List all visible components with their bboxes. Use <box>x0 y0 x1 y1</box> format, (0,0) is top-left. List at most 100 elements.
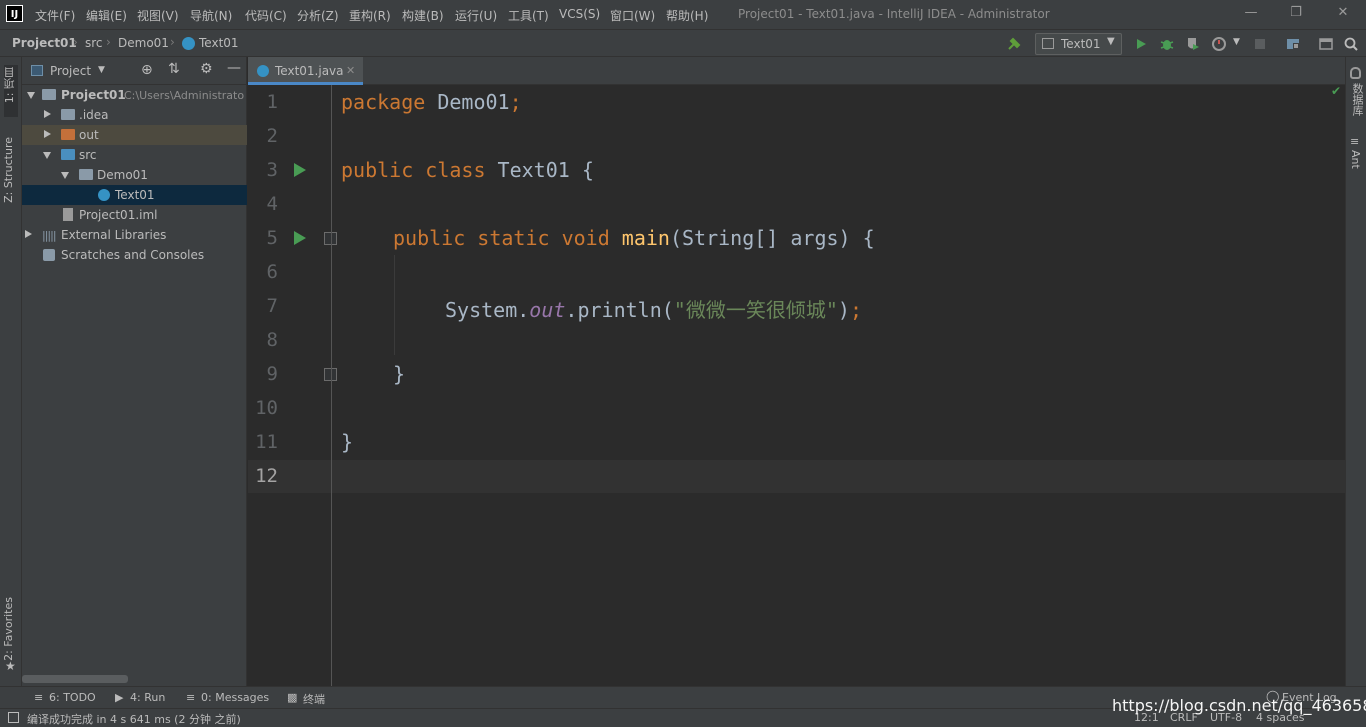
tool-tab-database[interactable]: 数据库 <box>1349 83 1365 116</box>
coverage-icon[interactable] <box>1185 36 1201 52</box>
line-number: 8 <box>266 329 278 351</box>
minimize-icon[interactable]: — <box>1241 5 1261 23</box>
status-message[interactable]: 编译成功完成 in 4 s 641 ms (2 分钟 之前) <box>27 711 241 727</box>
tree-item-src[interactable]: src <box>22 145 247 165</box>
code-text: ) <box>837 298 850 322</box>
chevron-down-icon[interactable]: ▼ <box>98 65 105 75</box>
expanded-arrow-icon[interactable] <box>43 152 51 159</box>
close-tab-icon[interactable]: ✕ <box>346 64 355 77</box>
iml-file-icon <box>63 208 73 221</box>
project-view-label[interactable]: Project <box>50 64 91 78</box>
tree-item-demo01[interactable]: Demo01 <box>22 165 247 185</box>
line-number: 9 <box>266 363 278 385</box>
menu-edit[interactable]: 编辑(E) <box>86 7 127 24</box>
editor-gutter: 1 2 3 4 5 6 7 8 9 10 11 12 <box>248 85 337 686</box>
tree-item-iml[interactable]: Project01.iml <box>22 205 247 225</box>
keyword: public static void <box>393 226 610 250</box>
menu-file[interactable]: 文件(F) <box>35 7 75 24</box>
line-number: 2 <box>266 125 278 147</box>
breadcrumb-package[interactable]: Demo01 <box>118 36 169 50</box>
breadcrumb-src[interactable]: src <box>85 36 103 50</box>
tool-tab-run[interactable]: 4: Run <box>130 691 165 704</box>
tool-tab-favorites[interactable]: 2: Favorites <box>2 597 15 661</box>
breadcrumb-separator-icon: › <box>106 35 111 49</box>
restore-icon[interactable]: ❐ <box>1286 5 1306 23</box>
code-text: .println( <box>565 298 674 322</box>
tree-item-out[interactable]: out <box>22 125 247 145</box>
code-text: Demo01 <box>425 90 510 114</box>
debug-icon[interactable] <box>1159 36 1175 52</box>
menu-help[interactable]: 帮助(H) <box>666 7 708 24</box>
line-number: 7 <box>266 295 278 317</box>
right-tool-window-strip: 数据库 ≡ Ant <box>1345 57 1366 686</box>
tool-tab-structure[interactable]: Z: Structure <box>2 137 15 203</box>
menu-build[interactable]: 构建(B) <box>402 7 444 24</box>
tree-item-label: External Libraries <box>61 228 167 242</box>
hide-icon[interactable]: — <box>227 60 241 76</box>
breadcrumb-project[interactable]: Project01 <box>12 36 77 50</box>
search-icon[interactable] <box>1343 36 1359 52</box>
navigation-bar: Project01 › src › Demo01 › Text01 Text01… <box>0 29 1366 57</box>
menu-analyze[interactable]: 分析(Z) <box>297 7 339 24</box>
star-icon: ★ <box>5 659 16 673</box>
run-icon[interactable] <box>1133 36 1149 52</box>
toggle-tool-windows-icon[interactable] <box>8 712 19 723</box>
menu-refactor[interactable]: 重构(R) <box>349 7 391 24</box>
tree-item-label: Project01.iml <box>79 208 158 222</box>
code-line-9: } <box>393 362 405 386</box>
semicolon: ; <box>509 90 522 114</box>
java-class-icon <box>98 189 110 201</box>
build-hammer-icon[interactable] <box>1006 36 1022 52</box>
project-structure-icon[interactable] <box>1285 36 1301 52</box>
tree-item-label: Demo01 <box>97 168 148 182</box>
collapsed-arrow-icon[interactable] <box>44 130 51 138</box>
tool-tab-ant[interactable]: Ant <box>1349 150 1362 169</box>
method-name: main <box>609 226 670 250</box>
tree-item-idea[interactable]: .idea <box>22 105 247 125</box>
tree-item-label: Text01 <box>115 188 155 202</box>
package-icon <box>79 169 93 180</box>
folder-icon <box>61 109 75 120</box>
run-gutter-icon[interactable] <box>294 231 306 245</box>
gear-icon[interactable]: ⚙ <box>200 61 213 77</box>
menu-tools[interactable]: 工具(T) <box>508 7 549 24</box>
profile-icon[interactable] <box>1211 36 1227 52</box>
horizontal-scrollbar[interactable] <box>22 675 128 683</box>
tool-tab-messages[interactable]: 0: Messages <box>201 691 269 704</box>
source-folder-icon <box>61 149 75 160</box>
menu-vcs[interactable]: VCS(S) <box>559 7 600 21</box>
run-gutter-icon[interactable] <box>294 163 306 177</box>
menu-window[interactable]: 窗口(W) <box>610 7 655 24</box>
run-configuration-select[interactable]: Text01 ▼ <box>1035 33 1122 55</box>
code-text: System. <box>445 298 530 322</box>
menu-run[interactable]: 运行(U) <box>455 7 497 24</box>
presentation-mode-icon[interactable] <box>1318 36 1334 52</box>
tree-item-scratches[interactable]: Scratches and Consoles <box>22 245 247 265</box>
line-number: 6 <box>266 261 278 283</box>
tool-tab-todo[interactable]: 6: TODO <box>49 691 96 704</box>
terminal-icon: ▩ <box>287 691 298 704</box>
tool-tab-project[interactable]: 1: 项目 <box>2 67 18 103</box>
tool-tab-terminal[interactable]: 终端 <box>303 691 325 707</box>
chevron-down-icon[interactable]: ▼ <box>1233 37 1240 47</box>
run-config-label: Text01 <box>1061 37 1101 51</box>
code-editor[interactable]: package Demo01; public class Text01 { pu… <box>333 84 1345 686</box>
tree-item-project01[interactable]: Project01 C:\Users\Administrato <box>22 85 247 105</box>
tree-item-text01[interactable]: Text01 <box>22 185 247 205</box>
collapse-all-icon[interactable]: ⇅ <box>168 61 180 77</box>
module-folder-icon <box>42 89 56 100</box>
menu-code[interactable]: 代码(C) <box>245 7 287 24</box>
locate-icon[interactable]: ⊕ <box>141 62 153 78</box>
close-icon[interactable]: ✕ <box>1333 5 1353 23</box>
menu-view[interactable]: 视图(V) <box>137 7 179 24</box>
collapsed-arrow-icon[interactable] <box>44 110 51 118</box>
menu-navigate[interactable]: 导航(N) <box>190 7 232 24</box>
breadcrumb-class[interactable]: Text01 <box>199 36 239 50</box>
tree-item-label: Scratches and Consoles <box>61 248 205 262</box>
expanded-arrow-icon[interactable] <box>61 172 69 179</box>
collapsed-arrow-icon[interactable] <box>25 230 32 238</box>
tab-text01-java[interactable]: Text01.java ✕ <box>248 57 363 85</box>
tree-item-external-libraries[interactable]: ||||| External Libraries <box>22 225 247 245</box>
chevron-down-icon: ▼ <box>1107 36 1115 47</box>
expanded-arrow-icon[interactable] <box>27 92 35 99</box>
